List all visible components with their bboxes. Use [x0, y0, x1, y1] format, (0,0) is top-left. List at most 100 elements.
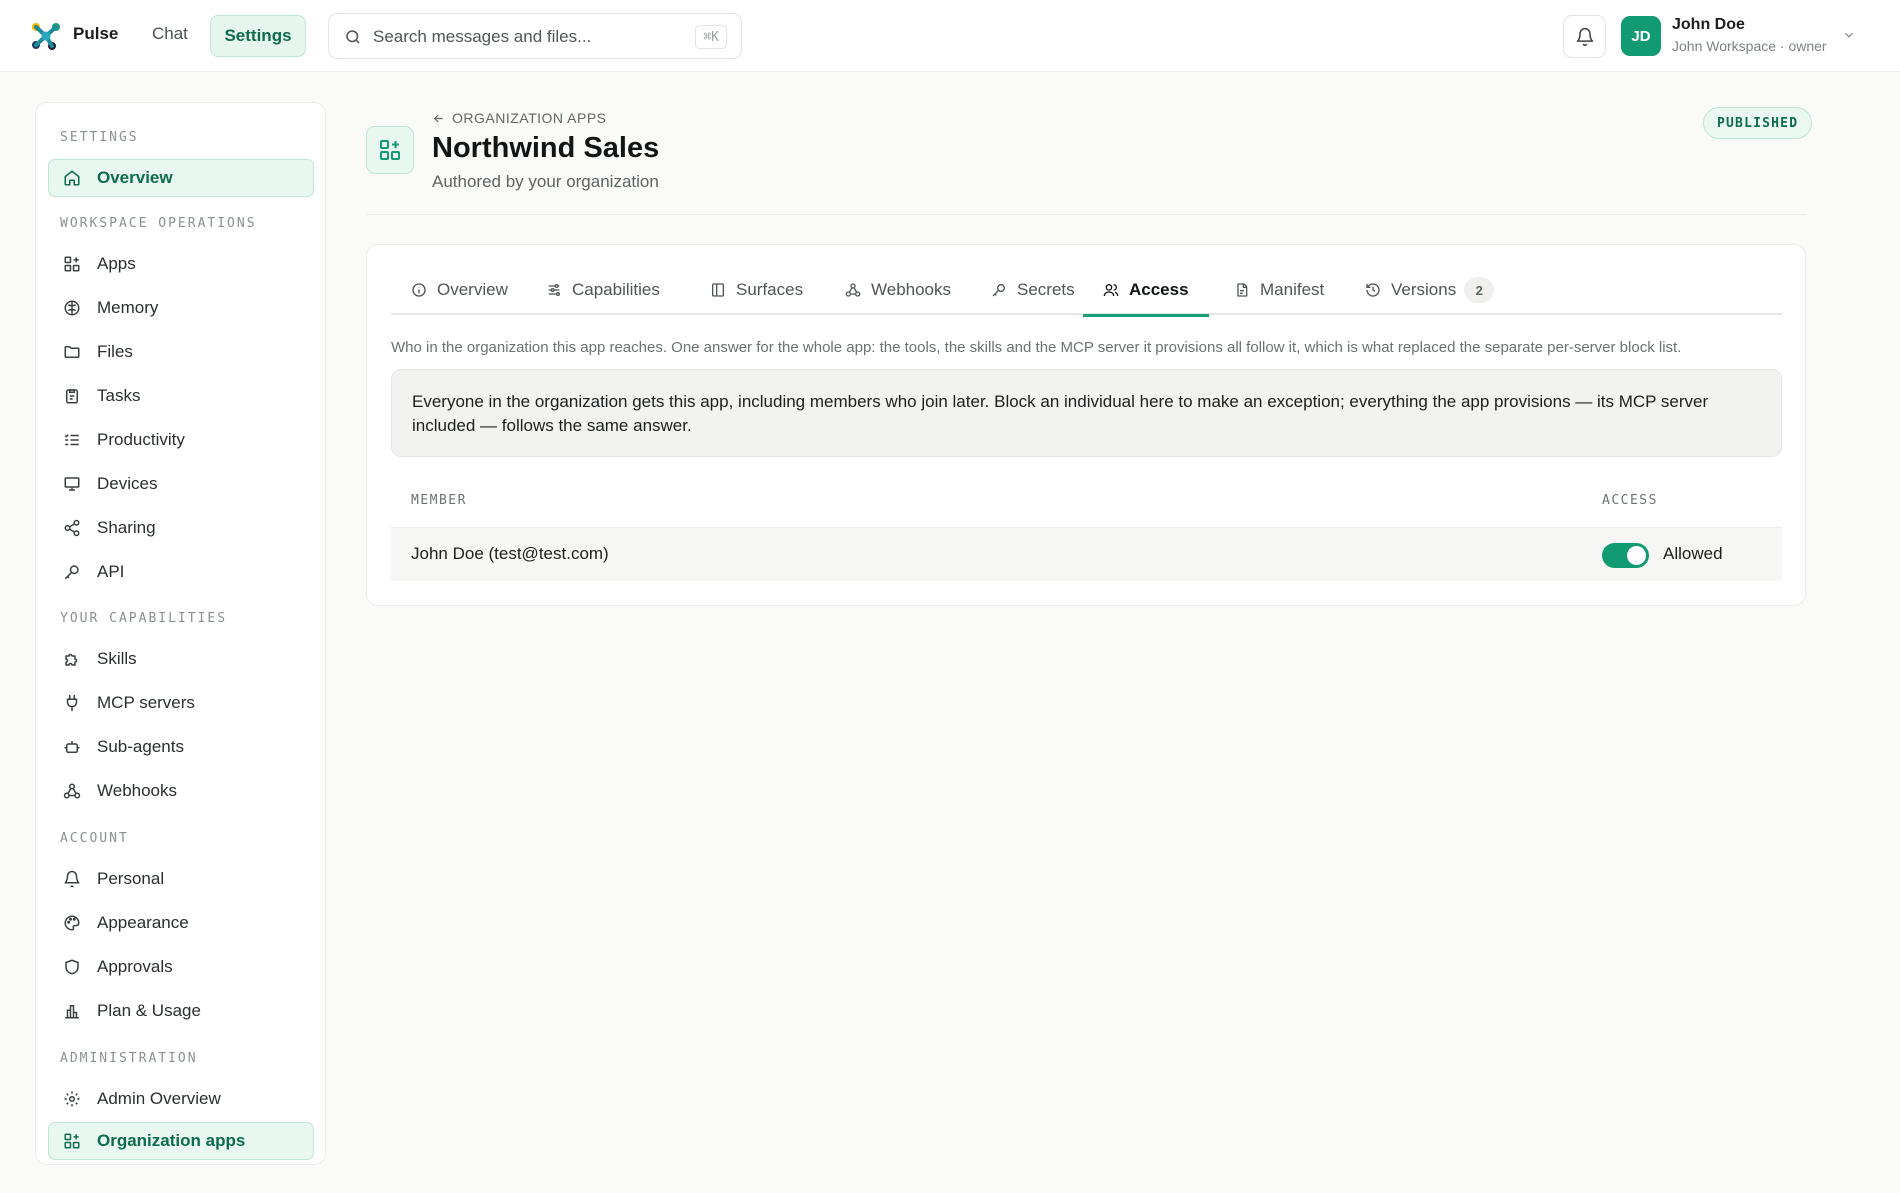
sidebar-item-overview[interactable]: Overview: [48, 159, 314, 197]
tab-manifest[interactable]: Manifest: [1234, 275, 1324, 315]
sidebar-item-approvals[interactable]: Approvals: [48, 948, 314, 986]
settings-sidebar: SETTINGS Overview WORKSPACE OPERATIONS A…: [35, 102, 326, 1165]
sidebar-item-skills[interactable]: Skills: [48, 640, 314, 678]
sidebar-item-plan-usage[interactable]: Plan & Usage: [48, 992, 314, 1030]
access-description: Who in the organization this app reaches…: [391, 339, 1682, 356]
tab-webhooks[interactable]: Webhooks: [845, 275, 951, 315]
section-your-capabilities: YOUR CAPABILITIES: [60, 611, 228, 626]
app-icon: [366, 126, 414, 174]
access-notice: Everyone in the organization gets this a…: [391, 369, 1782, 457]
tab-capabilities[interactable]: Capabilities: [546, 275, 660, 315]
nav-settings[interactable]: Settings: [210, 15, 306, 57]
sidebar-item-webhooks[interactable]: Webhooks: [48, 772, 314, 810]
apps-icon: [62, 254, 82, 274]
home-icon: [62, 168, 82, 188]
top-bar: Pulse Chat Settings Search messages and …: [0, 0, 1900, 72]
breadcrumb-label: ORGANIZATION APPS: [452, 110, 607, 126]
user-workspace: John Workspace · owner: [1672, 38, 1827, 54]
toggle-knob: [1627, 546, 1646, 565]
sidebar-item-personal[interactable]: Personal: [48, 860, 314, 898]
plug-icon: [62, 693, 82, 713]
versions-count-badge: 2: [1464, 277, 1495, 303]
webhook-icon: [845, 282, 861, 298]
sidebar-item-label: Memory: [97, 298, 159, 317]
nav-chat[interactable]: Chat: [146, 24, 194, 44]
page-subtitle: Authored by your organization: [432, 172, 659, 191]
sidebar-item-admin-overview[interactable]: Admin Overview: [48, 1080, 314, 1118]
sidebar-item-memory[interactable]: Memory: [48, 289, 314, 327]
bar-chart-icon: [62, 1001, 82, 1021]
tab-label: Secrets: [1017, 280, 1075, 299]
tab-versions[interactable]: Versions 2: [1365, 275, 1495, 315]
tab-label: Access: [1129, 280, 1189, 299]
clipboard-icon: [62, 386, 82, 406]
avatar[interactable]: JD: [1621, 16, 1661, 56]
tab-overview[interactable]: Overview: [411, 275, 508, 315]
sidebar-item-sharing[interactable]: Sharing: [48, 509, 314, 547]
brain-icon: [62, 298, 82, 318]
notifications-button[interactable]: [1563, 15, 1606, 58]
tab-label: Capabilities: [572, 280, 660, 299]
sidebar-item-apps[interactable]: Apps: [48, 245, 314, 283]
sidebar-item-label: Appearance: [97, 913, 189, 932]
history-icon: [1365, 282, 1381, 298]
breadcrumb[interactable]: ORGANIZATION APPS: [432, 110, 607, 126]
status-badge: PUBLISHED: [1703, 107, 1813, 139]
sliders-icon: [546, 282, 562, 298]
pulse-logo-icon[interactable]: [30, 20, 62, 52]
brand-name: Pulse: [73, 24, 119, 43]
header-divider: [366, 214, 1806, 215]
sidebar-item-label: Plan & Usage: [97, 1001, 201, 1020]
sidebar-item-label: Webhooks: [97, 781, 178, 800]
users-icon: [1103, 282, 1119, 298]
table-row: John Doe (test@test.com) Allowed: [391, 527, 1782, 581]
sidebar-item-label: Overview: [97, 168, 173, 187]
gear-icon: [62, 1089, 82, 1109]
sidebar-item-label: Sub-agents: [97, 737, 184, 756]
app-detail-card: Overview Capabilities Surfaces Webhooks …: [366, 244, 1806, 606]
arrow-left-icon: [432, 112, 445, 125]
folder-icon: [62, 342, 82, 362]
sidebar-item-label: Personal: [97, 869, 165, 888]
section-administration: ADMINISTRATION: [60, 1051, 198, 1066]
sidebar-item-label: Apps: [97, 254, 136, 273]
sidebar-item-mcp-servers[interactable]: MCP servers: [48, 684, 314, 722]
sidebar-item-tasks[interactable]: Tasks: [48, 377, 314, 415]
sidebar-item-label: Organization apps: [97, 1131, 246, 1150]
tab-label: Overview: [437, 280, 508, 299]
puzzle-icon: [62, 649, 82, 669]
sidebar-item-label: Files: [97, 342, 133, 361]
shield-icon: [62, 957, 82, 977]
tab-surfaces[interactable]: Surfaces: [710, 275, 803, 315]
page-title: Northwind Sales: [432, 132, 660, 164]
sidebar-item-productivity[interactable]: Productivity: [48, 421, 314, 459]
palette-icon: [62, 913, 82, 933]
panel-icon: [710, 282, 726, 298]
column-header-access: ACCESS: [1602, 493, 1658, 508]
tab-secrets[interactable]: Secrets: [991, 275, 1075, 315]
search-input[interactable]: Search messages and files... ⌘K: [328, 13, 742, 59]
tab-access[interactable]: Access: [1083, 275, 1209, 317]
sidebar-item-appearance[interactable]: Appearance: [48, 904, 314, 942]
sidebar-item-organization-apps[interactable]: Organization apps: [48, 1122, 314, 1160]
access-toggle[interactable]: [1602, 543, 1649, 568]
sidebar-item-label: Tasks: [97, 386, 141, 405]
sidebar-item-label: Approvals: [97, 957, 173, 976]
tab-label: Versions: [1391, 280, 1457, 299]
monitor-icon: [62, 474, 82, 494]
bell-icon: [1575, 27, 1595, 47]
sidebar-item-label: Skills: [97, 649, 137, 668]
sidebar-item-devices[interactable]: Devices: [48, 465, 314, 503]
info-icon: [411, 282, 427, 298]
list-checks-icon: [62, 430, 82, 450]
sidebar-item-label: API: [97, 562, 125, 581]
user-name[interactable]: John Doe: [1672, 16, 1745, 34]
sidebar-item-api[interactable]: API: [48, 553, 314, 591]
sidebar-item-files[interactable]: Files: [48, 333, 314, 371]
sidebar-item-label: Sharing: [97, 518, 156, 537]
sidebar-item-label: MCP servers: [97, 693, 195, 712]
tab-label: Manifest: [1260, 280, 1325, 299]
sidebar-item-sub-agents[interactable]: Sub-agents: [48, 728, 314, 766]
chevron-down-icon[interactable]: [1842, 28, 1856, 42]
section-account: ACCOUNT: [60, 831, 129, 846]
